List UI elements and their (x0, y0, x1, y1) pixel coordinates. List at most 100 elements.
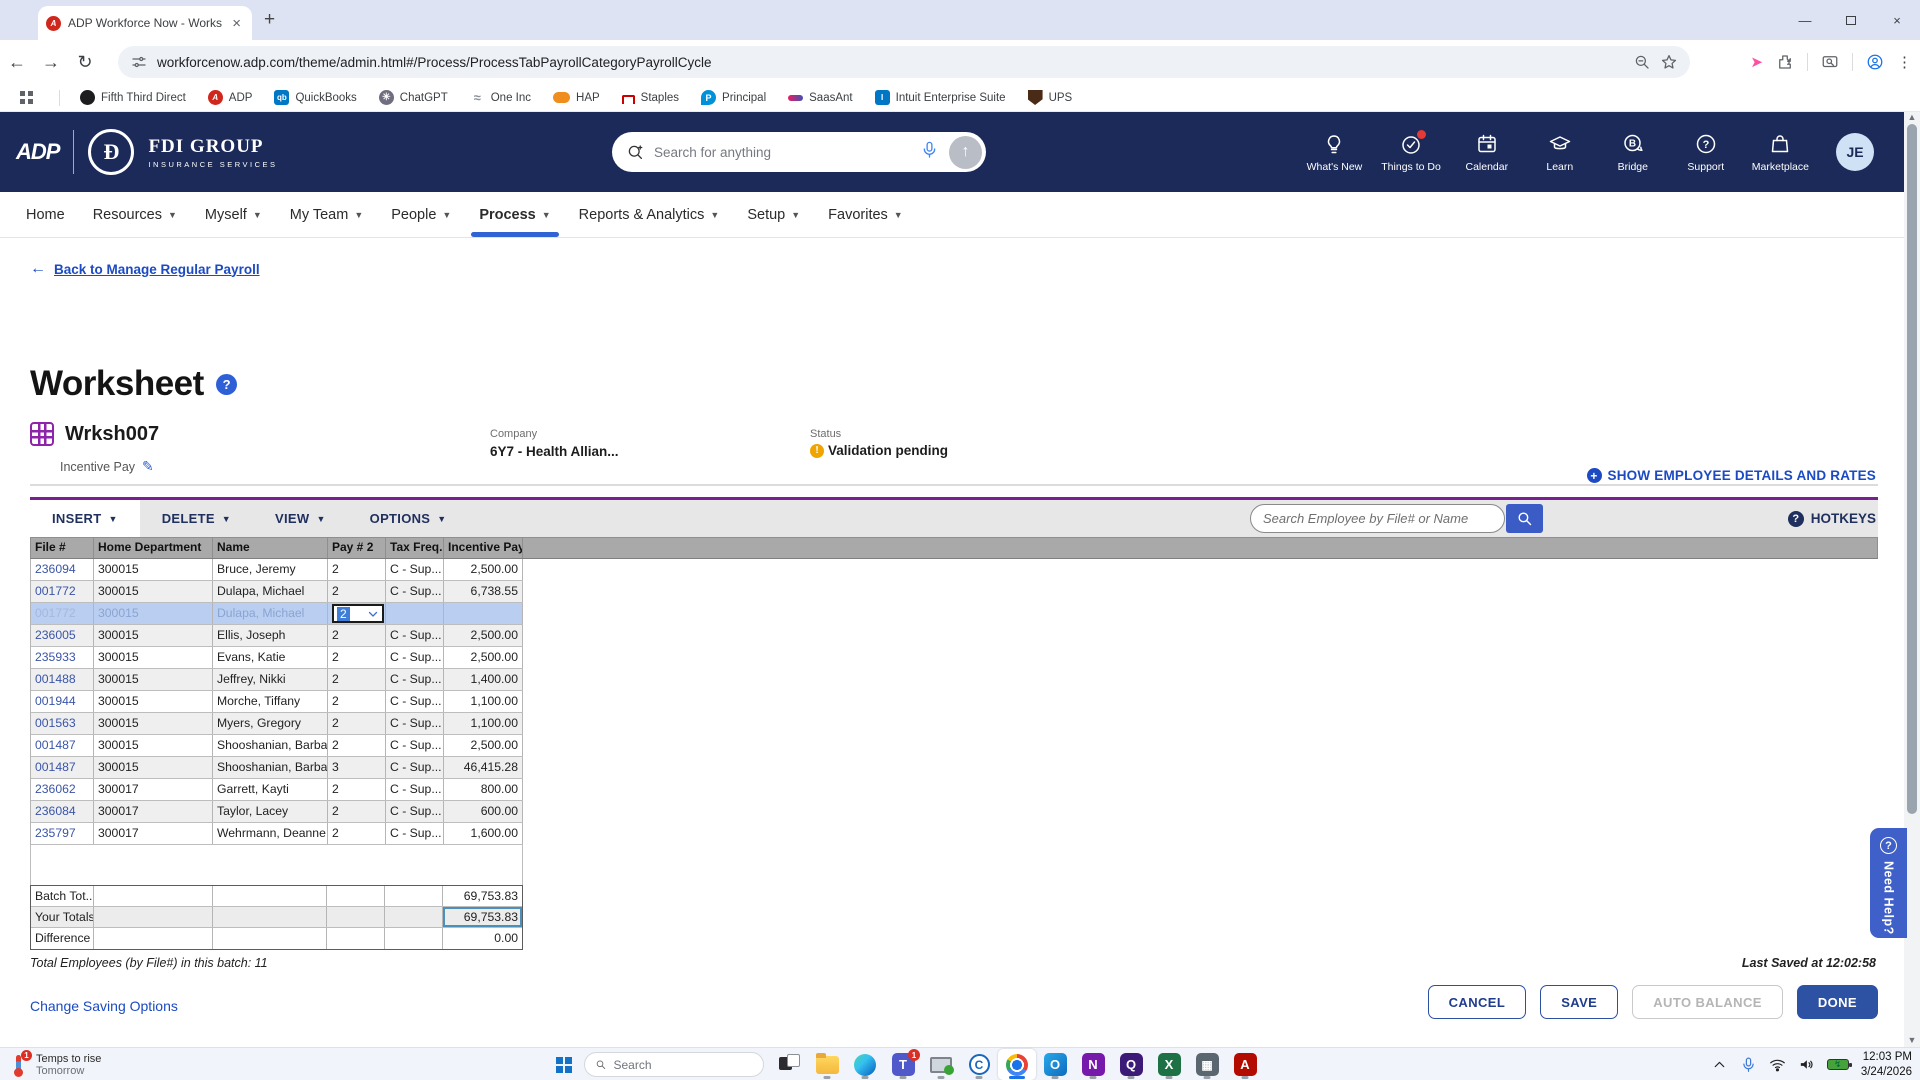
table-row[interactable]: 236094 300015 Bruce, Jeremy 2 C - Sup... 2,50… (30, 559, 523, 581)
header-item-calendar[interactable]: Calendar (1460, 132, 1514, 173)
browser-menu-icon[interactable]: ⋮ (1897, 53, 1912, 71)
tray-clock[interactable]: 12:03 PM 3/24/2026 (1861, 1050, 1912, 1080)
delete-button[interactable]: DELETE ▼ (140, 500, 253, 537)
nav-item-reports-analytics[interactable]: Reports & Analytics ▼ (565, 192, 734, 237)
home-department-cell[interactable]: 300015 (94, 559, 213, 580)
file-number-cell[interactable]: 001488 (31, 669, 94, 690)
taskbar-app-teams[interactable]: T1 (884, 1049, 922, 1080)
name-cell[interactable]: Shooshanian, Barbara (213, 757, 328, 778)
file-number-cell[interactable]: 235797 (31, 823, 94, 844)
pay-number-cell[interactable]: 2 (328, 823, 386, 844)
bookmark-item[interactable]: SaasAnt (788, 92, 853, 104)
header-item-bulb[interactable]: What's New (1307, 132, 1362, 173)
name-cell[interactable]: Dulapa, Michael (213, 603, 328, 624)
file-number-cell[interactable]: 235933 (31, 647, 94, 668)
pay-number-cell[interactable]: 2 (328, 559, 386, 580)
file-number-cell[interactable]: 236084 (31, 801, 94, 822)
zoom-icon[interactable] (1633, 53, 1651, 71)
incentive-pay-cell[interactable]: 600.00 (444, 801, 523, 822)
home-department-cell[interactable]: 300017 (94, 779, 213, 800)
bookmark-item[interactable]: HAP (553, 92, 600, 104)
volume-icon[interactable] (1798, 1056, 1815, 1073)
nav-item-myself[interactable]: Myself ▼ (191, 192, 276, 237)
table-row[interactable]: 001772 300015 Dulapa, Michael 2 (30, 603, 523, 625)
home-department-cell[interactable]: 300015 (94, 625, 213, 646)
bookmark-item[interactable]: A ADP (207, 90, 252, 105)
incentive-pay-cell[interactable]: 2,500.00 (444, 625, 523, 646)
change-saving-options-link[interactable]: Change Saving Options (30, 998, 178, 1014)
global-search-input[interactable] (654, 144, 910, 160)
pay-number-cell[interactable]: 2 (328, 669, 386, 690)
file-number-cell[interactable]: 236005 (31, 625, 94, 646)
table-row[interactable]: 001487 300015 Shooshanian, Barbara 2 C - Sup… (30, 735, 523, 757)
battery-icon[interactable]: ↯ (1826, 1059, 1852, 1070)
employee-search[interactable] (1250, 504, 1505, 533)
table-row[interactable]: 236005 300015 Ellis, Joseph 2 C - Sup... 2,50… (30, 625, 523, 647)
taskbar-app-quickbooks-time[interactable]: Q (1112, 1049, 1150, 1080)
file-number-cell[interactable]: 001487 (31, 757, 94, 778)
table-row[interactable]: 001563 300015 Myers, Gregory 2 C - Sup... 1,1… (30, 713, 523, 735)
incentive-pay-cell[interactable] (444, 603, 523, 624)
table-row[interactable]: 235933 300015 Evans, Katie 2 C - Sup... 2,500… (30, 647, 523, 669)
view-button[interactable]: VIEW ▼ (253, 500, 348, 537)
pay-number-cell[interactable]: 2 (328, 647, 386, 668)
employee-search-input[interactable] (1263, 511, 1492, 526)
taskbar-app-excel[interactable]: X (1150, 1049, 1188, 1080)
pay-number-cell[interactable]: 2 (328, 735, 386, 756)
taskbar-app-edge[interactable] (846, 1049, 884, 1080)
help-icon[interactable]: ? (215, 373, 237, 395)
header-item-bridge[interactable]: B Bridge (1606, 132, 1660, 173)
nav-item-my-team[interactable]: My Team ▼ (276, 192, 377, 237)
table-row[interactable]: 236062 300017 Garrett, Kayti 2 C - Sup... 800… (30, 779, 523, 801)
bookmark-star-icon[interactable] (1660, 53, 1678, 71)
microphone-icon[interactable] (920, 140, 939, 164)
pay-number-cell[interactable]: 2 (328, 691, 386, 712)
nav-item-process[interactable]: Process ▼ (465, 192, 564, 237)
incentive-pay-cell[interactable]: 1,100.00 (444, 713, 523, 734)
file-number-cell[interactable]: 236094 (31, 559, 94, 580)
tax-frequency-cell[interactable]: C - Sup... (386, 647, 444, 668)
tax-frequency-cell[interactable]: C - Sup... (386, 713, 444, 734)
home-department-cell[interactable]: 300015 (94, 647, 213, 668)
browser-tab[interactable]: A ADP Workforce Now - Workshe × (38, 6, 252, 40)
incentive-pay-cell[interactable]: 6,738.55 (444, 581, 523, 602)
totals-value-cell[interactable]: 69,753.83 (443, 907, 522, 927)
hotkeys-link[interactable]: ? HOTKEYS (1787, 500, 1878, 537)
file-number-cell[interactable]: 236062 (31, 779, 94, 800)
tax-frequency-cell[interactable]: C - Sup... (386, 625, 444, 646)
header-item-question[interactable]: ? Support (1679, 132, 1733, 173)
tax-frequency-cell[interactable]: C - Sup... (386, 691, 444, 712)
minimize-button[interactable]: — (1782, 13, 1828, 28)
file-number-cell[interactable]: 001563 (31, 713, 94, 734)
taskbar-app-chrome[interactable] (998, 1049, 1036, 1080)
file-number-cell[interactable]: 001487 (31, 735, 94, 756)
bookmark-item[interactable]: Fifth Third Direct (80, 90, 186, 105)
bookmark-item[interactable]: ≈ One Inc (470, 90, 531, 105)
taskbar-app-remote-desktop[interactable] (922, 1049, 960, 1080)
name-cell[interactable]: Taylor, Lacey (213, 801, 328, 822)
user-avatar[interactable]: JE (1836, 133, 1874, 171)
taskbar-app-acrobat[interactable]: A (1226, 1049, 1264, 1080)
tab-close-icon[interactable]: × (229, 15, 244, 32)
table-row[interactable]: 001772 300015 Dulapa, Michael 2 C - Sup... 6,… (30, 581, 523, 603)
home-department-cell[interactable]: 300015 (94, 603, 213, 624)
home-department-cell[interactable]: 300017 (94, 801, 213, 822)
close-button[interactable]: × (1874, 13, 1920, 28)
column-header[interactable]: Incentive Pay (444, 538, 523, 558)
file-number-cell[interactable]: 001772 (31, 603, 94, 624)
incentive-pay-cell[interactable]: 2,500.00 (444, 559, 523, 580)
profile-icon[interactable] (1866, 53, 1884, 71)
pay-number-cell[interactable]: 2 (328, 713, 386, 734)
file-number-cell[interactable]: 001944 (31, 691, 94, 712)
options-button[interactable]: OPTIONS ▼ (348, 500, 469, 537)
table-row[interactable]: 236084 300017 Taylor, Lacey 2 C - Sup... 600.… (30, 801, 523, 823)
name-cell[interactable]: Garrett, Kayti (213, 779, 328, 800)
name-cell[interactable]: Wehrmann, Deanne (213, 823, 328, 844)
name-cell[interactable]: Morche, Tiffany (213, 691, 328, 712)
file-number-cell[interactable]: 001772 (31, 581, 94, 602)
table-row[interactable]: 001487 300015 Shooshanian, Barbara 3 C - Sup… (30, 757, 523, 779)
wifi-icon[interactable] (1769, 1056, 1786, 1073)
nav-item-setup[interactable]: Setup ▼ (733, 192, 814, 237)
cancel-button[interactable]: CANCEL (1427, 985, 1527, 1019)
save-button[interactable]: SAVE (1540, 985, 1619, 1019)
